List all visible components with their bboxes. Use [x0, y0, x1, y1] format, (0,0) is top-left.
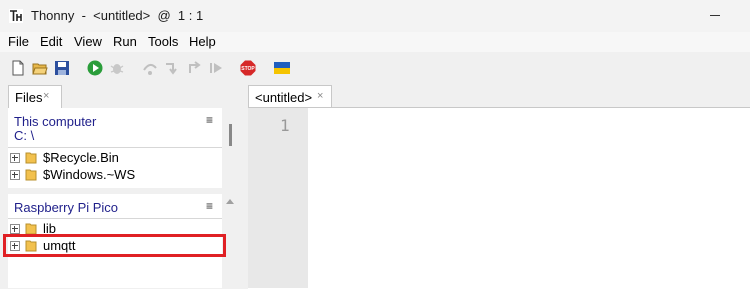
stop-icon[interactable]: STOP: [240, 60, 256, 76]
this-computer-path: C: \: [14, 128, 35, 143]
save-icon[interactable]: [54, 60, 70, 76]
hamburger-menu-icon[interactable]: ≡: [206, 113, 213, 127]
thonny-logo-icon: [9, 9, 23, 23]
expand-icon[interactable]: [10, 153, 20, 163]
scroll-up-icon[interactable]: [226, 199, 234, 204]
step-over-icon: [143, 64, 157, 75]
folder-icon: [25, 169, 37, 181]
tab-files[interactable]: Files ×: [8, 85, 62, 108]
minimize-icon[interactable]: [710, 15, 720, 16]
file-name: $Windows.~WS: [43, 167, 136, 182]
list-item[interactable]: $Recycle.Bin: [8, 150, 222, 166]
code-editor[interactable]: [248, 107, 750, 289]
this-computer-header: This computer: [14, 114, 97, 129]
hamburger-menu-icon[interactable]: ≡: [206, 199, 213, 213]
divider: [8, 218, 222, 219]
divider: [8, 147, 222, 148]
menu-tools[interactable]: Tools: [148, 34, 178, 49]
highlight-box: [3, 234, 226, 257]
scrollbar-thumb[interactable]: [229, 124, 232, 146]
editor-tab-label: <untitled>: [255, 90, 313, 105]
close-icon[interactable]: ×: [317, 90, 323, 102]
debug-icon: [110, 64, 124, 74]
title-bar: Thonny - <untitled> @ 1 : 1: [0, 0, 750, 32]
run-icon[interactable]: [87, 60, 103, 76]
toolbar: STOP: [0, 52, 750, 84]
folder-icon: [25, 152, 37, 164]
file-name: $Recycle.Bin: [43, 150, 119, 165]
step-into-icon: [166, 63, 177, 75]
expand-icon[interactable]: [10, 170, 20, 180]
ukraine-flag-icon[interactable]: [274, 60, 290, 76]
menu-view[interactable]: View: [74, 34, 102, 49]
svg-text:STOP: STOP: [241, 66, 255, 72]
open-file-icon[interactable]: [32, 60, 48, 76]
files-tree: [8, 108, 222, 288]
files-tab-label: Files: [15, 90, 43, 105]
menu-edit[interactable]: Edit: [40, 34, 62, 49]
new-file-icon[interactable]: [10, 60, 26, 76]
line-number-gutter: [248, 108, 308, 288]
menu-file[interactable]: File: [8, 34, 29, 49]
menu-run[interactable]: Run: [113, 34, 137, 49]
tab-untitled[interactable]: <untitled> ×: [248, 85, 332, 108]
window-title: Thonny - <untitled> @ 1 : 1: [31, 8, 204, 23]
resume-icon: [210, 63, 222, 73]
expand-icon[interactable]: [10, 224, 20, 234]
step-out-icon: [189, 61, 201, 73]
pico-header: Raspberry Pi Pico: [14, 200, 119, 215]
list-item[interactable]: $Windows.~WS: [8, 167, 222, 183]
menu-help[interactable]: Help: [189, 34, 216, 49]
section-gap: [8, 188, 222, 194]
line-number: 1: [280, 116, 290, 135]
close-icon[interactable]: ×: [43, 90, 49, 102]
menu-bar: File Edit View Run Tools Help: [0, 32, 750, 52]
